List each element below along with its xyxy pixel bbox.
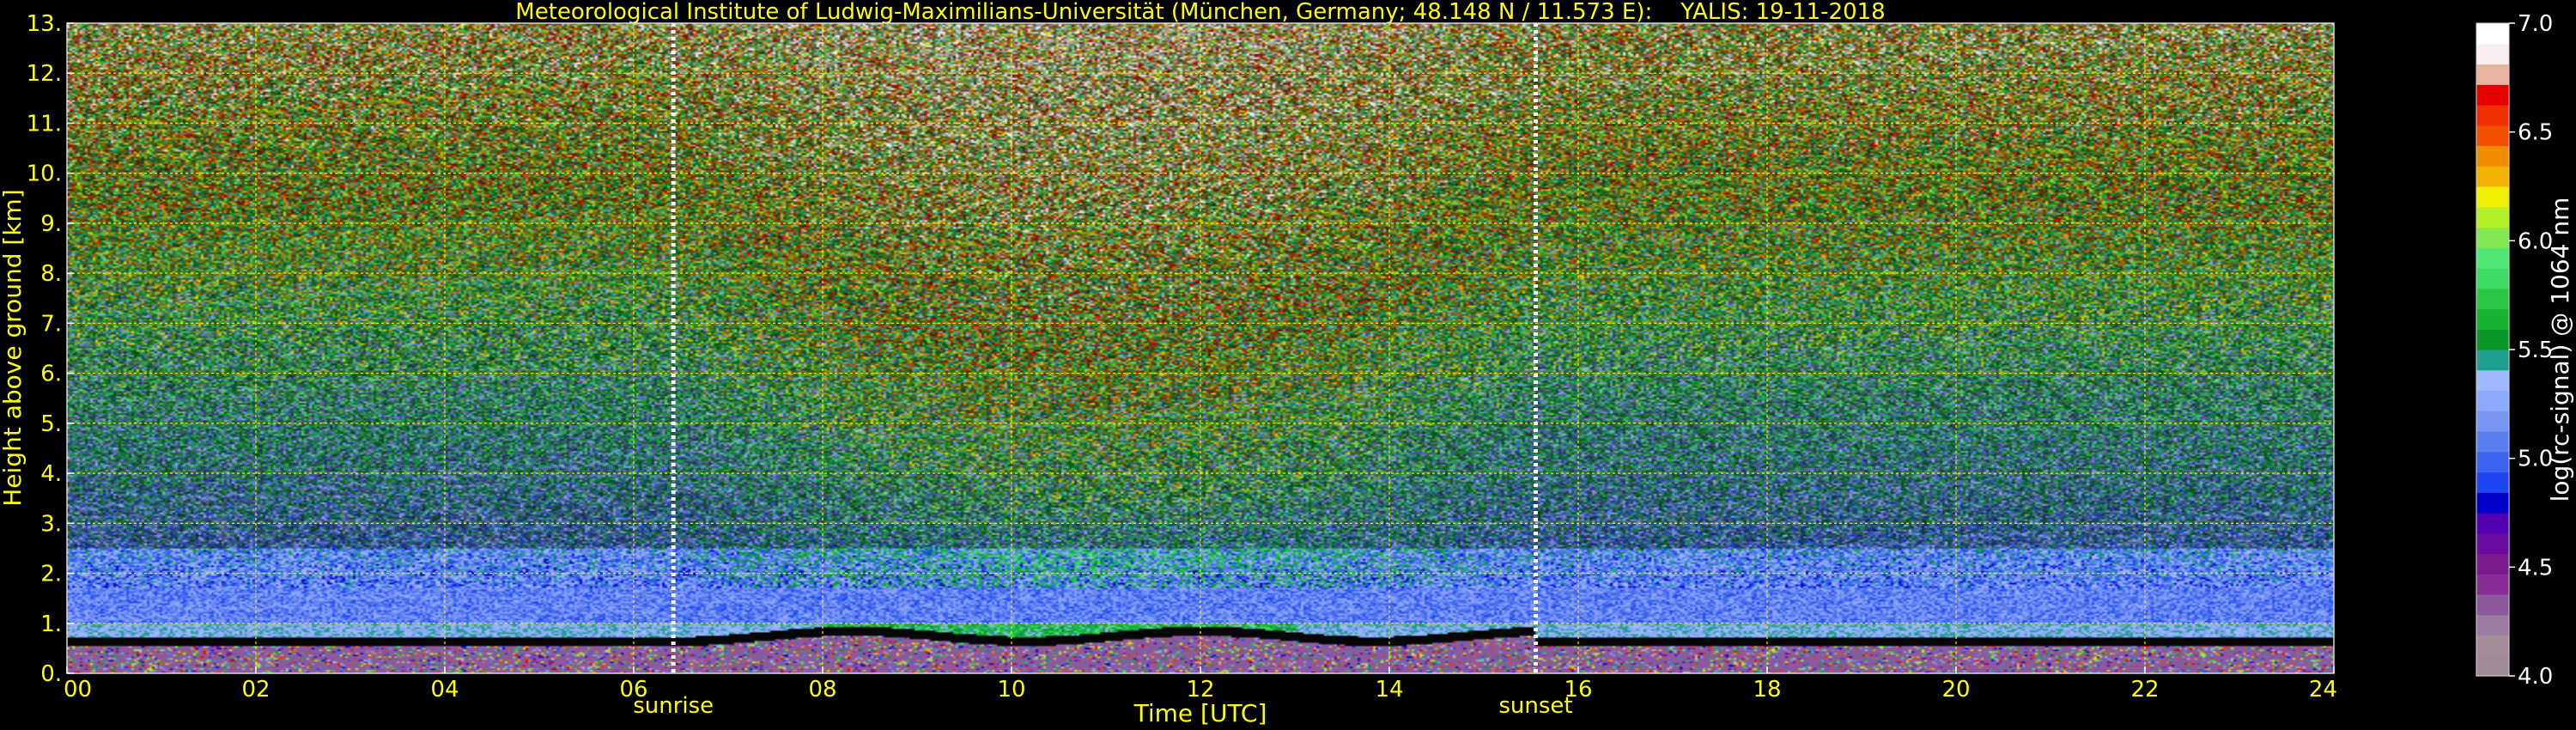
x-tick-label: 22 — [2130, 677, 2159, 703]
colorbar-swatch — [2476, 594, 2509, 616]
y-tick-label: 4. — [40, 461, 62, 487]
colorbar-tick-label: 7.0 — [2518, 11, 2553, 37]
x-tick-label: 10 — [997, 677, 1025, 703]
y-tick-label: 8. — [40, 261, 62, 287]
colorbar-swatch — [2476, 553, 2509, 575]
colorbar-swatch — [2476, 492, 2509, 514]
marker-label-sunset: sunset — [1498, 693, 1572, 719]
x-tick-label: 00 — [64, 677, 92, 703]
colorbar-swatch — [2476, 329, 2509, 350]
colorbar-swatch — [2476, 390, 2509, 411]
x-tick-label: 24 — [2309, 677, 2337, 703]
colorbar-swatch — [2476, 308, 2509, 330]
colorbar-swatch — [2476, 350, 2509, 371]
colorbar-swatch — [2476, 105, 2509, 126]
colorbar-swatch — [2476, 43, 2509, 65]
colorbar-swatch — [2476, 614, 2509, 636]
colorbar-swatch — [2476, 532, 2509, 555]
colorbar-swatch — [2476, 451, 2509, 473]
colorbar-tick-label: 4.5 — [2518, 555, 2553, 581]
y-tick-label: 13. — [27, 11, 62, 37]
colorbar-swatch — [2476, 247, 2509, 269]
y-tick-label: 11. — [27, 111, 62, 137]
y-tick-label: 0. — [40, 661, 62, 687]
colorbar-swatch — [2476, 166, 2509, 187]
colorbar-swatch — [2476, 635, 2509, 656]
colorbar-swatch — [2476, 125, 2509, 147]
lidar-figure: Meteorological Institute of Ludwig-Maxim… — [0, 0, 2576, 730]
colorbar-swatch — [2476, 206, 2509, 228]
x-tick-label: 16 — [1564, 677, 1592, 703]
x-tick-label: 08 — [808, 677, 836, 703]
chart-title: Meteorological Institute of Ludwig-Maxim… — [515, 0, 1885, 25]
x-axis-label: Time [UTC] — [1133, 699, 1267, 727]
y-tick-label: 1. — [40, 611, 62, 637]
colorbar-swatch — [2476, 513, 2509, 534]
colorbar-tick-label: 4.0 — [2518, 664, 2553, 690]
x-tick-label: 20 — [1941, 677, 1970, 703]
y-tick-label: 2. — [40, 562, 62, 587]
x-tick-label: 02 — [241, 677, 270, 703]
colorbar-swatch — [2476, 23, 2509, 45]
y-tick-label: 6. — [40, 362, 62, 387]
colorbar-swatch — [2476, 145, 2509, 167]
colorbar-label: log(rc-signal) @ 1064 nm — [2546, 198, 2574, 502]
y-tick-label: 10. — [27, 161, 62, 187]
colorbar-swatch — [2476, 369, 2509, 392]
y-tick-label: 3. — [40, 511, 62, 537]
colorbar-swatch — [2476, 655, 2509, 677]
colorbar-swatch — [2476, 227, 2509, 248]
colorbar-swatch — [2476, 268, 2509, 289]
colorbar-swatch — [2476, 84, 2509, 106]
colorbar-swatch — [2476, 64, 2509, 85]
y-tick-label: 5. — [40, 411, 62, 437]
x-tick-label: 14 — [1375, 677, 1403, 703]
colorbar-swatches — [2476, 23, 2509, 677]
colorbar-swatch — [2476, 471, 2509, 493]
plot-area: sunrise sunset 00 02 04 06 08 10 12 14 16 18 20 22 24… — [27, 11, 2337, 719]
y-tick-label: 7. — [40, 311, 62, 337]
colorbar-swatch — [2476, 431, 2509, 453]
y-tick-label: 9. — [40, 211, 62, 237]
colorbar-tick-label: 6.5 — [2518, 120, 2553, 146]
colorbar-swatch — [2476, 411, 2509, 432]
x-tick-label: 06 — [619, 677, 647, 703]
x-tick-label: 04 — [430, 677, 459, 703]
x-tick-label: 18 — [1753, 677, 1781, 703]
colorbar-swatch — [2476, 288, 2509, 310]
colorbar-swatch — [2476, 186, 2509, 208]
y-tick-label: 12. — [27, 61, 62, 87]
y-axis-label: Height above ground [km] — [0, 189, 27, 507]
colorbar-swatch — [2476, 574, 2509, 595]
